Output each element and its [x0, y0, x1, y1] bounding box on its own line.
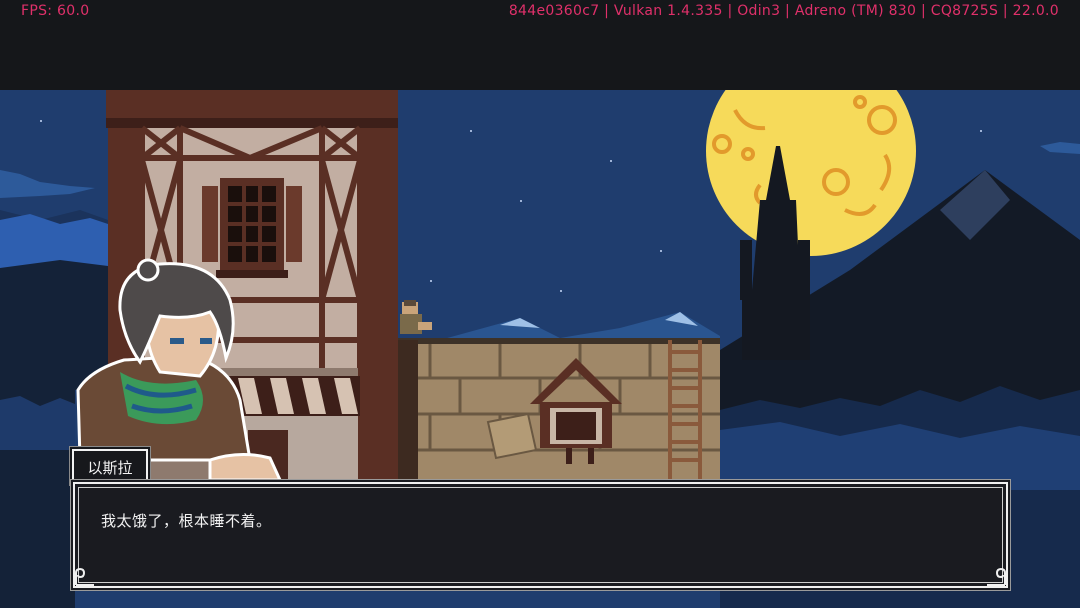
ornament-bottom-left-icon	[75, 567, 94, 586]
fps-counter: FPS: 60.0	[21, 3, 90, 19]
ornament-bottom-right-icon	[987, 567, 1006, 586]
dialogue-box[interactable]: 我太饿了，根本睡不着。	[73, 482, 1008, 588]
speaker-name: 以斯拉	[87, 459, 133, 477]
device-info-overlay: 844e0360c7 | Vulkan 1.4.335 | Odin3 | Ad…	[508, 3, 1059, 19]
speaker-nameplate: 以斯拉	[72, 449, 148, 483]
dialogue-text: 我太饿了，根本睡不着。	[101, 512, 272, 530]
wooden-sign	[486, 412, 538, 460]
